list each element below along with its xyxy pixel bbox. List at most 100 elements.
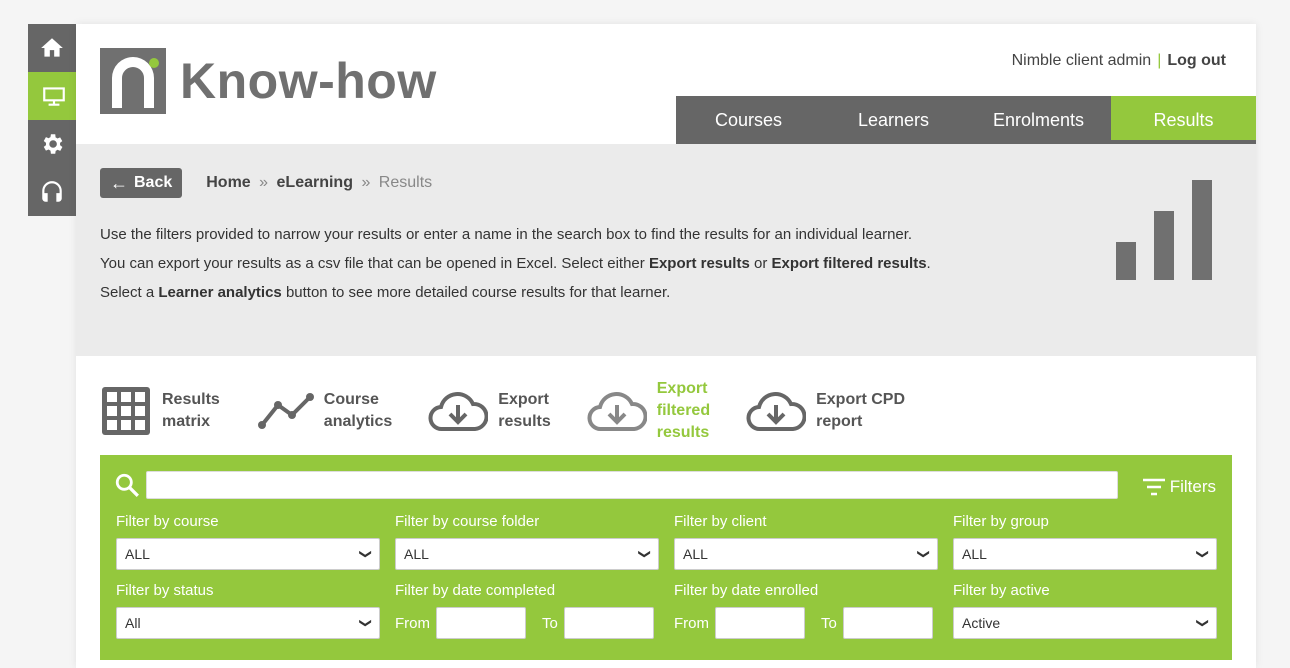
results-matrix-action[interactable]: Results matrix [100,385,220,437]
filters-toggle[interactable]: Filters [1142,477,1216,497]
filters-toggle-label: Filters [1169,477,1216,496]
breadcrumb-separator: » [361,174,371,191]
chevron-down-icon: ❯ [637,548,652,560]
status-select[interactable]: All ❯ [116,607,380,639]
filter-label: Filter by course folder [395,513,540,530]
intro-paragraph-3: Select a Learner analytics button to see… [100,282,1020,304]
brand-logo[interactable]: Know-how [100,48,437,114]
client-select[interactable]: ALL ❯ [674,538,938,570]
filter-active: Filter by active Active ❯ [953,582,1217,639]
back-button[interactable]: ← Back [100,168,183,198]
search-icon [115,473,139,497]
to-label: To [821,614,837,632]
export-filtered-results-action[interactable]: Export filtered results [587,378,710,444]
rail-elearning[interactable] [28,72,80,120]
course-folder-select[interactable]: ALL ❯ [395,538,659,570]
filter-label: Filter by course [116,513,219,530]
action-label-line: Course [323,391,379,408]
tab-enrolments[interactable]: Enrolments [966,96,1111,144]
rail-settings[interactable] [28,120,76,168]
breadcrumb-elearning[interactable]: eLearning [277,174,353,191]
enrolled-to-input[interactable] [842,607,933,639]
filter-label: Filter by client [674,513,767,530]
user-bar: Nimble client admin | Log out [1012,52,1226,70]
intro-text-fragment: . [926,255,931,272]
export-cpd-report-action[interactable]: Export CPD report [746,389,905,433]
select-value: ALL [683,546,708,562]
breadcrumb-current: Results [378,174,433,191]
action-label-line: Export CPD [816,391,905,408]
cloud-download-icon [587,392,647,431]
filter-course-folder: Filter by course folder ALL ❯ [395,513,659,570]
intro-bold-export-results: Export results [648,255,750,272]
filter-date-completed: Filter by date completed From To [395,582,659,639]
search-row [114,471,1118,499]
user-name: Nimble client admin [1011,52,1152,69]
action-label: Course analytics [324,389,392,433]
filter-row: Filter by course ALL ❯ Filter by course f… [116,513,1217,570]
intro-bold-export-filtered: Export filtered results [771,255,927,272]
intro-text-fragment: You can export your results as a csv fil… [100,255,649,272]
chevron-down-icon: ❯ [1195,617,1210,629]
action-label: Results matrix [162,389,220,433]
action-label-line: analytics [323,413,393,430]
intro-panel: ← Back Home » eLearning » Results Use th… [76,144,1256,356]
completed-from-input[interactable] [436,607,526,639]
export-results-action[interactable]: Export results [428,389,551,433]
search-input[interactable] [146,471,1118,499]
from-label: From [674,614,709,632]
intro-paragraph-2: You can export your results as a csv fil… [100,253,1020,275]
select-value: Active [962,615,1001,631]
action-label-line: Export [656,380,708,397]
bar-chart-icon [1116,180,1212,280]
filter-label: Filter by group [953,513,1049,530]
logout-link[interactable]: Log out [1167,52,1226,69]
arrow-left-icon: ← [110,172,128,193]
completed-to-input[interactable] [563,607,654,639]
home-icon [41,38,63,57]
main-nav: Courses Learners Enrolments Results [676,96,1256,144]
brand-name: Know-how [180,53,437,109]
tab-learners[interactable]: Learners [821,96,966,144]
active-select[interactable]: Active ❯ [953,607,1217,639]
date-range: From To [674,607,938,639]
filter-label: Filter by active [953,582,1050,599]
to-label: To [542,614,558,632]
intro-text: Use the filters provided to narrow your … [100,224,1020,311]
filter-grid: Filter by course ALL ❯ Filter by course f… [116,513,1217,651]
action-label-line: results [656,424,710,441]
intro-paragraph-1: Use the filters provided to narrow your … [100,226,913,243]
filter-client: Filter by client ALL ❯ [674,513,938,570]
breadcrumb-home[interactable]: Home [206,174,250,191]
course-select[interactable]: ALL ❯ [116,538,380,570]
rail-home[interactable] [28,24,76,72]
filter-course: Filter by course ALL ❯ [116,513,380,570]
tab-courses[interactable]: Courses [676,96,821,144]
rail-support[interactable] [28,168,76,216]
monitor-icon [43,87,65,106]
intro-bold-learner-analytics: Learner analytics [158,284,282,301]
chevron-down-icon: ❯ [1195,548,1210,560]
tab-results[interactable]: Results [1111,96,1256,144]
filter-date-enrolled: Filter by date enrolled From To [674,582,938,639]
select-value: ALL [125,546,150,562]
main-card: Know-how Nimble client admin | Log out Cou… [76,24,1256,668]
action-label-line: Results [162,391,220,408]
know-how-logo-mark [100,48,166,114]
back-label: Back [134,174,173,191]
action-label-line: Export [498,391,549,408]
actions-bar: Results matrix Course analytics Export r… [100,378,941,444]
enrolled-from-input[interactable] [715,607,805,639]
course-analytics-action[interactable]: Course analytics [257,389,392,433]
select-value: ALL [962,546,987,562]
action-label-line: results [498,413,551,430]
group-select[interactable]: ALL ❯ [953,538,1217,570]
from-label: From [395,614,430,632]
user-separator: | [1157,52,1162,69]
action-label: Export CPD report [816,389,905,433]
action-label-line: filtered [656,402,711,419]
action-label-line: report [816,413,863,430]
chevron-down-icon: ❯ [358,548,373,560]
chevron-down-icon: ❯ [358,617,373,629]
filter-group: Filter by group ALL ❯ [953,513,1217,570]
